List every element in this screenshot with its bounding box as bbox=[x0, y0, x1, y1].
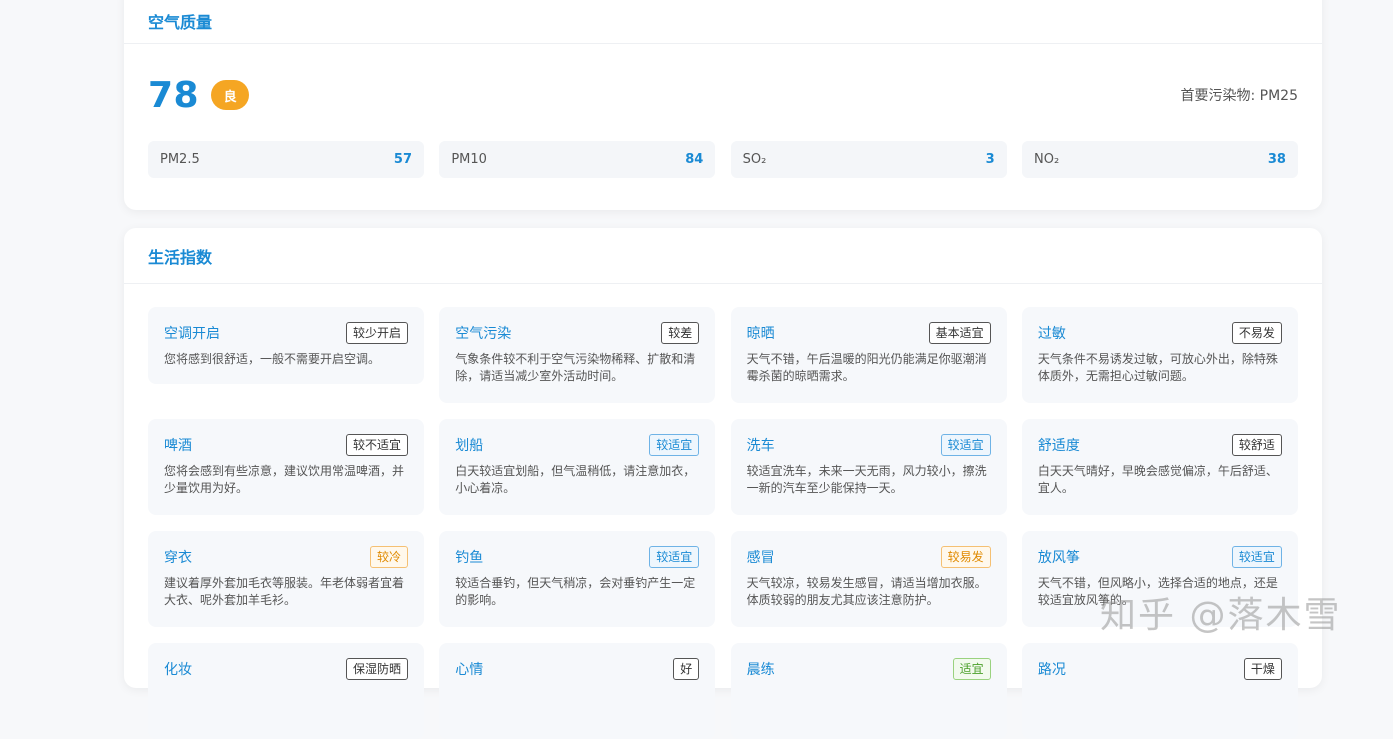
life-item-name: 放风筝 bbox=[1037, 550, 1080, 566]
life-item-desc: 较适合垂钓，但天气稍凉，会对垂钓产生一定的影响。 bbox=[455, 576, 696, 607]
life-item-name: 路况 bbox=[1037, 662, 1066, 678]
life-item-traffic[interactable]: 路况 干燥 bbox=[1021, 643, 1298, 739]
life-item-cold[interactable]: 感冒 较易发 天气较凉，较易发生感冒，请适当增加衣服。体质较弱的朋友尤其应该注意防… bbox=[730, 531, 1007, 627]
pollutant-pm10: PM10 84 bbox=[439, 141, 716, 178]
life-item-desc: 气象条件较不利于空气污染物稀释、扩散和清除，请适当减少室外活动时间。 bbox=[455, 352, 696, 383]
life-item-desc: 您将感到很舒适，一般不需要开启空调。 bbox=[164, 352, 381, 366]
pollutant-no2: NO₂ 38 bbox=[1021, 141, 1298, 178]
life-item-name: 洗车 bbox=[746, 438, 775, 454]
life-item-name: 过敏 bbox=[1037, 326, 1066, 342]
pollutant-value: 57 bbox=[393, 152, 412, 167]
life-item-name: 啤酒 bbox=[164, 438, 192, 454]
life-item-badge: 干燥 bbox=[1243, 658, 1282, 680]
aqi-value: 78 bbox=[148, 74, 200, 116]
life-item-exercise[interactable]: 晨练 适宜 bbox=[730, 643, 1007, 739]
life-item-badge: 较少开启 bbox=[345, 322, 408, 344]
life-item-air-pollution[interactable]: 空气污染 较差 气象条件较不利于空气污染物稀释、扩散和清除，请适当减少室外活动时间… bbox=[439, 307, 716, 403]
life-item-desc: 您将会感到有些凉意，建议饮用常温啤酒，并少量饮用为好。 bbox=[164, 464, 405, 495]
life-item-badge: 不易发 bbox=[1231, 322, 1282, 344]
life-item-badge: 保湿防晒 bbox=[345, 658, 408, 680]
life-item-desc: 较适宜洗车，未来一天无雨，风力较小，擦洗一新的汽车至少能保持一天。 bbox=[746, 464, 987, 495]
aqi-summary: 78 良 首要污染物: PM25 bbox=[148, 64, 1298, 126]
life-item-badge: 较易发 bbox=[940, 546, 991, 568]
pollutant-value: 38 bbox=[1267, 152, 1286, 167]
primary-pollutant: 首要污染物: PM25 bbox=[1180, 88, 1298, 104]
life-item-badge: 较适宜 bbox=[940, 434, 991, 456]
life-item-desc: 白天天气晴好，早晚会感觉偏凉，午后舒适、宜人。 bbox=[1037, 464, 1278, 495]
life-item-name: 空气污染 bbox=[455, 326, 512, 342]
life-item-comfort[interactable]: 舒适度 较舒适 白天天气晴好，早晚会感觉偏凉，午后舒适、宜人。 bbox=[1021, 419, 1298, 515]
aqi-level-badge: 良 bbox=[211, 80, 250, 110]
life-item-badge: 较适宜 bbox=[649, 434, 700, 456]
life-item-badge: 较冷 bbox=[369, 546, 408, 568]
life-item-badge: 较差 bbox=[661, 322, 700, 344]
life-item-badge: 适宜 bbox=[952, 658, 991, 680]
pollutant-name: PM10 bbox=[451, 152, 487, 167]
life-item-name: 感冒 bbox=[746, 550, 775, 566]
pollutant-so2: SO₂ 3 bbox=[730, 141, 1007, 178]
life-item-ac[interactable]: 空调开启 较少开启 您将感到很舒适，一般不需要开启空调。 bbox=[148, 307, 424, 384]
pollutant-value: 84 bbox=[685, 152, 704, 167]
life-index-title: 生活指数 bbox=[148, 247, 213, 267]
life-item-badge: 好 bbox=[673, 658, 700, 680]
life-item-badge: 基本适宜 bbox=[928, 322, 991, 344]
life-item-name: 晾晒 bbox=[746, 326, 775, 342]
life-item-name: 舒适度 bbox=[1037, 438, 1080, 454]
pollutant-list: PM2.5 57 PM10 84 SO₂ 3 NO₂ 38 bbox=[148, 141, 1298, 178]
life-item-badge: 较适宜 bbox=[1231, 546, 1282, 568]
life-item-fishing[interactable]: 钓鱼 较适宜 较适合垂钓，但天气稍凉，会对垂钓产生一定的影响。 bbox=[439, 531, 716, 627]
watermark: 知乎 @落木雪 bbox=[1100, 595, 1342, 636]
life-item-desc: 天气条件不易诱发过敏，可放心外出，除特殊体质外，无需担心过敏问题。 bbox=[1037, 352, 1278, 383]
life-item-car-wash[interactable]: 洗车 较适宜 较适宜洗车，未来一天无雨，风力较小，擦洗一新的汽车至少能保持一天。 bbox=[730, 419, 1007, 515]
life-item-makeup[interactable]: 化妆 保湿防晒 bbox=[148, 643, 424, 739]
life-item-desc: 建议着厚外套加毛衣等服装。年老体弱者宜着大衣、呢外套加羊毛衫。 bbox=[164, 576, 405, 607]
life-item-drying[interactable]: 晾晒 基本适宜 天气不错，午后温暖的阳光仍能满足你驱潮消霉杀菌的晾晒需求。 bbox=[730, 307, 1007, 403]
pollutant-name: NO₂ bbox=[1033, 152, 1060, 167]
life-item-beer[interactable]: 啤酒 较不适宜 您将会感到有些凉意，建议饮用常温啤酒，并少量饮用为好。 bbox=[148, 419, 424, 515]
life-item-name: 化妆 bbox=[164, 662, 192, 678]
life-item-mood[interactable]: 心情 好 bbox=[439, 643, 716, 739]
life-item-dressing[interactable]: 穿衣 较冷 建议着厚外套加毛衣等服装。年老体弱者宜着大衣、呢外套加羊毛衫。 bbox=[148, 531, 424, 627]
life-item-badge: 较不适宜 bbox=[345, 434, 408, 456]
life-item-name: 心情 bbox=[455, 662, 484, 678]
life-item-badge: 较舒适 bbox=[1231, 434, 1282, 456]
air-quality-card: 空气质量 78 良 首要污染物: PM25 PM2.5 57 PM10 84 S… bbox=[124, 0, 1322, 210]
pollutant-value: 3 bbox=[985, 152, 995, 167]
air-quality-title: 空气质量 bbox=[148, 12, 213, 32]
life-item-badge: 较适宜 bbox=[649, 546, 700, 568]
pollutant-name: SO₂ bbox=[742, 152, 767, 167]
pollutant-pm25: PM2.5 57 bbox=[148, 141, 424, 178]
life-item-desc: 白天较适宜划船，但气温稍低，请注意加衣，小心着凉。 bbox=[455, 464, 696, 495]
life-item-name: 晨练 bbox=[746, 662, 775, 678]
pollutant-name: PM2.5 bbox=[160, 152, 200, 167]
life-item-boating[interactable]: 划船 较适宜 白天较适宜划船，但气温稍低，请注意加衣，小心着凉。 bbox=[439, 419, 716, 515]
life-item-allergy[interactable]: 过敏 不易发 天气条件不易诱发过敏，可放心外出，除特殊体质外，无需担心过敏问题。 bbox=[1021, 307, 1298, 403]
life-item-desc: 天气不错，午后温暖的阳光仍能满足你驱潮消霉杀菌的晾晒需求。 bbox=[746, 352, 987, 383]
life-index-header: 生活指数 bbox=[124, 228, 1322, 284]
life-item-name: 钓鱼 bbox=[455, 550, 484, 566]
life-index-grid: 空调开启 较少开启 您将感到很舒适，一般不需要开启空调。 空气污染 较差 气象条件较… bbox=[148, 307, 1298, 739]
life-item-name: 空调开启 bbox=[164, 326, 220, 342]
air-quality-header: 空气质量 bbox=[124, 0, 1322, 44]
life-item-name: 划船 bbox=[455, 438, 484, 454]
life-item-desc: 天气较凉，较易发生感冒，请适当增加衣服。体质较弱的朋友尤其应该注意防护。 bbox=[746, 576, 987, 607]
life-item-name: 穿衣 bbox=[164, 550, 192, 566]
